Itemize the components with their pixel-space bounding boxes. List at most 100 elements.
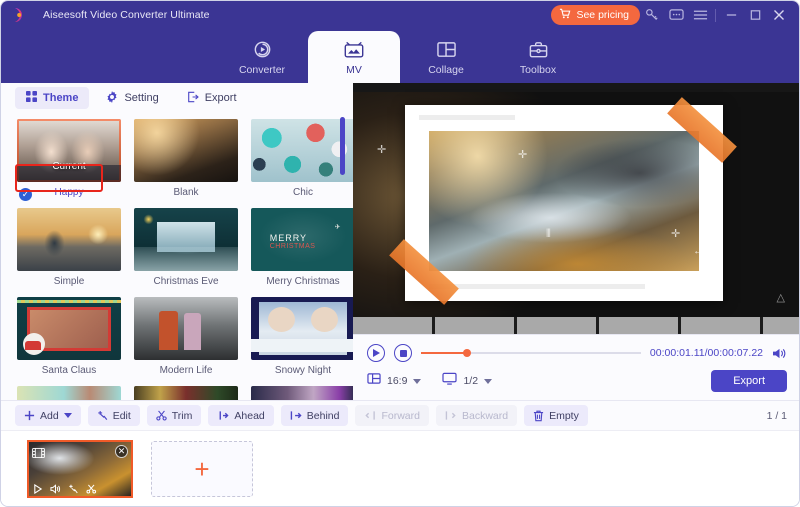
chevron-down-icon[interactable] [484,379,492,384]
theme-item-santa-claus[interactable]: Santa Claus [17,297,121,378]
theme-item-row4-1[interactable] [17,386,121,400]
theme-label: Snowy Night [251,364,353,378]
theme-thumbnail [134,119,238,182]
preview-panel: ✛ ✛ ⦀ ✛ ↔ △ [353,83,799,400]
module-tab-collage[interactable]: Collage [400,31,492,83]
theme-label: Blank [134,186,238,200]
chevron-down-icon[interactable] [64,413,72,418]
clip-close-icon[interactable]: ✕ [115,445,128,458]
theme-item-blank[interactable]: Blank [134,119,238,200]
theme-item-row4-3[interactable] [251,386,353,400]
chevron-down-icon[interactable] [413,379,421,384]
theme-thumbnail [17,386,121,400]
theme-scrollbar-thumb[interactable] [340,117,345,175]
progress-knob[interactable] [463,349,471,357]
edit-button[interactable]: Edit [88,405,140,426]
collage-icon [436,39,457,61]
theme-thumbnail: MERRY CHRISTMAS ✈ [251,208,353,271]
module-tab-converter[interactable]: Converter [216,31,308,83]
sub-tab-setting[interactable]: Setting [95,87,169,110]
theme-thumbnail [251,386,353,400]
module-tab-mv[interactable]: MV [308,31,400,83]
theme-label: Simple [17,275,121,289]
handle-right-plus[interactable]: ✛ [671,229,680,240]
ahead-button[interactable]: Ahead [208,405,273,426]
behind-button[interactable]: Behind [281,405,349,426]
main-body: Theme Setting [1,83,799,400]
theme-item-merry-christmas[interactable]: MERRY CHRISTMAS ✈ Merry Christmas [251,208,353,289]
trim-button[interactable]: Trim [147,405,202,426]
magic-wand-icon [97,410,108,421]
handle-resize-grip[interactable]: ⦀ [546,229,551,240]
preview-bottom-strip [353,317,799,334]
handle-move-arrows[interactable]: ↔ [693,246,704,257]
theme-item-snowy-night[interactable]: Snowy Night [251,297,353,378]
backward-button-label: Backward [462,410,508,422]
maximize-icon[interactable] [743,3,767,27]
theme-thumbnail [251,119,353,182]
clip-trim-icon[interactable] [86,484,97,494]
empty-button[interactable]: Empty [524,405,588,426]
export-button[interactable]: Export [711,370,787,392]
menu-icon[interactable] [688,3,712,27]
module-tab-toolbox-label: Toolbox [520,64,556,76]
zoom-dropdown[interactable]: 1/2 [442,372,492,390]
minimize-icon[interactable] [719,3,743,27]
module-tab-bar: Converter MV Collage [1,29,799,83]
player-transport-row: 00:00:01.11/00:00:07.22 [367,341,787,365]
forward-button-label: Forward [381,410,420,422]
sub-tab-export-label: Export [205,92,237,104]
plus-icon [24,410,35,421]
theme-label: Christmas Eve [134,275,238,289]
converter-icon [252,39,273,61]
preview-top-strip [353,83,799,92]
clip-toolbar: Add Edit Trim Ahead [1,400,799,430]
clip-play-icon[interactable] [33,484,43,494]
play-icon[interactable] [367,344,385,362]
theme-label: Happy [17,186,121,200]
theme-grid: Current ✓ Happy Blank [1,113,353,400]
feedback-icon[interactable] [664,3,688,27]
theme-item-simple[interactable]: Simple [17,208,121,289]
player-controls: 00:00:01.11/00:00:07.22 [353,334,799,400]
theme-thumbnail: Current [17,119,121,182]
see-pricing-button[interactable]: See pricing [551,5,640,25]
insert-ahead-icon [217,410,229,421]
stop-icon[interactable] [394,344,412,362]
aspect-ratio-dropdown[interactable]: 16:9 [367,372,421,390]
handle-center-plus[interactable]: ✛ [518,150,527,161]
theme-item-modern-life[interactable]: Modern Life [134,297,238,378]
theme-item-christmas-eve[interactable]: Christmas Eve [134,208,238,289]
add-button[interactable]: Add [15,405,81,426]
handle-rotate-marker[interactable]: △ [777,291,785,304]
clip-volume-icon[interactable] [50,484,61,494]
clip-edit-icon[interactable] [68,484,79,494]
handle-left-plus[interactable]: ✛ [377,145,386,156]
aspect-ratio-icon [367,372,381,390]
sub-tab-bar: Theme Setting [1,83,353,113]
module-tab-collage-label: Collage [428,64,464,76]
key-icon[interactable] [640,3,664,27]
module-tab-toolbox[interactable]: Toolbox [492,31,584,83]
theme-label: Merry Christmas [251,275,353,289]
aspect-ratio-value: 16:9 [387,375,407,387]
video-preview-stage[interactable]: ✛ ✛ ⦀ ✛ ↔ △ [353,83,799,334]
insert-behind-icon [290,410,302,421]
theme-thumbnail [251,297,353,360]
scissors-icon [156,410,167,421]
theme-item-row4-2[interactable] [134,386,238,400]
theme-item-happy[interactable]: Current ✓ Happy [17,119,121,200]
add-clip-slot[interactable]: + [151,441,253,497]
backward-button[interactable]: Backward [436,405,517,426]
cart-icon [559,8,571,22]
volume-icon[interactable] [772,347,787,360]
theme-item-chic[interactable]: Chic [251,119,353,200]
close-icon[interactable] [767,3,791,27]
sub-tab-theme[interactable]: Theme [15,87,89,109]
window-controls: See pricing [551,3,791,27]
progress-slider[interactable] [421,346,641,360]
forward-button[interactable]: Forward [355,405,429,426]
timeline-clip[interactable]: ✕ [27,440,133,498]
sub-tab-export[interactable]: Export [176,87,248,110]
theme-list-scroll-area[interactable]: Current ✓ Happy Blank [1,113,353,400]
